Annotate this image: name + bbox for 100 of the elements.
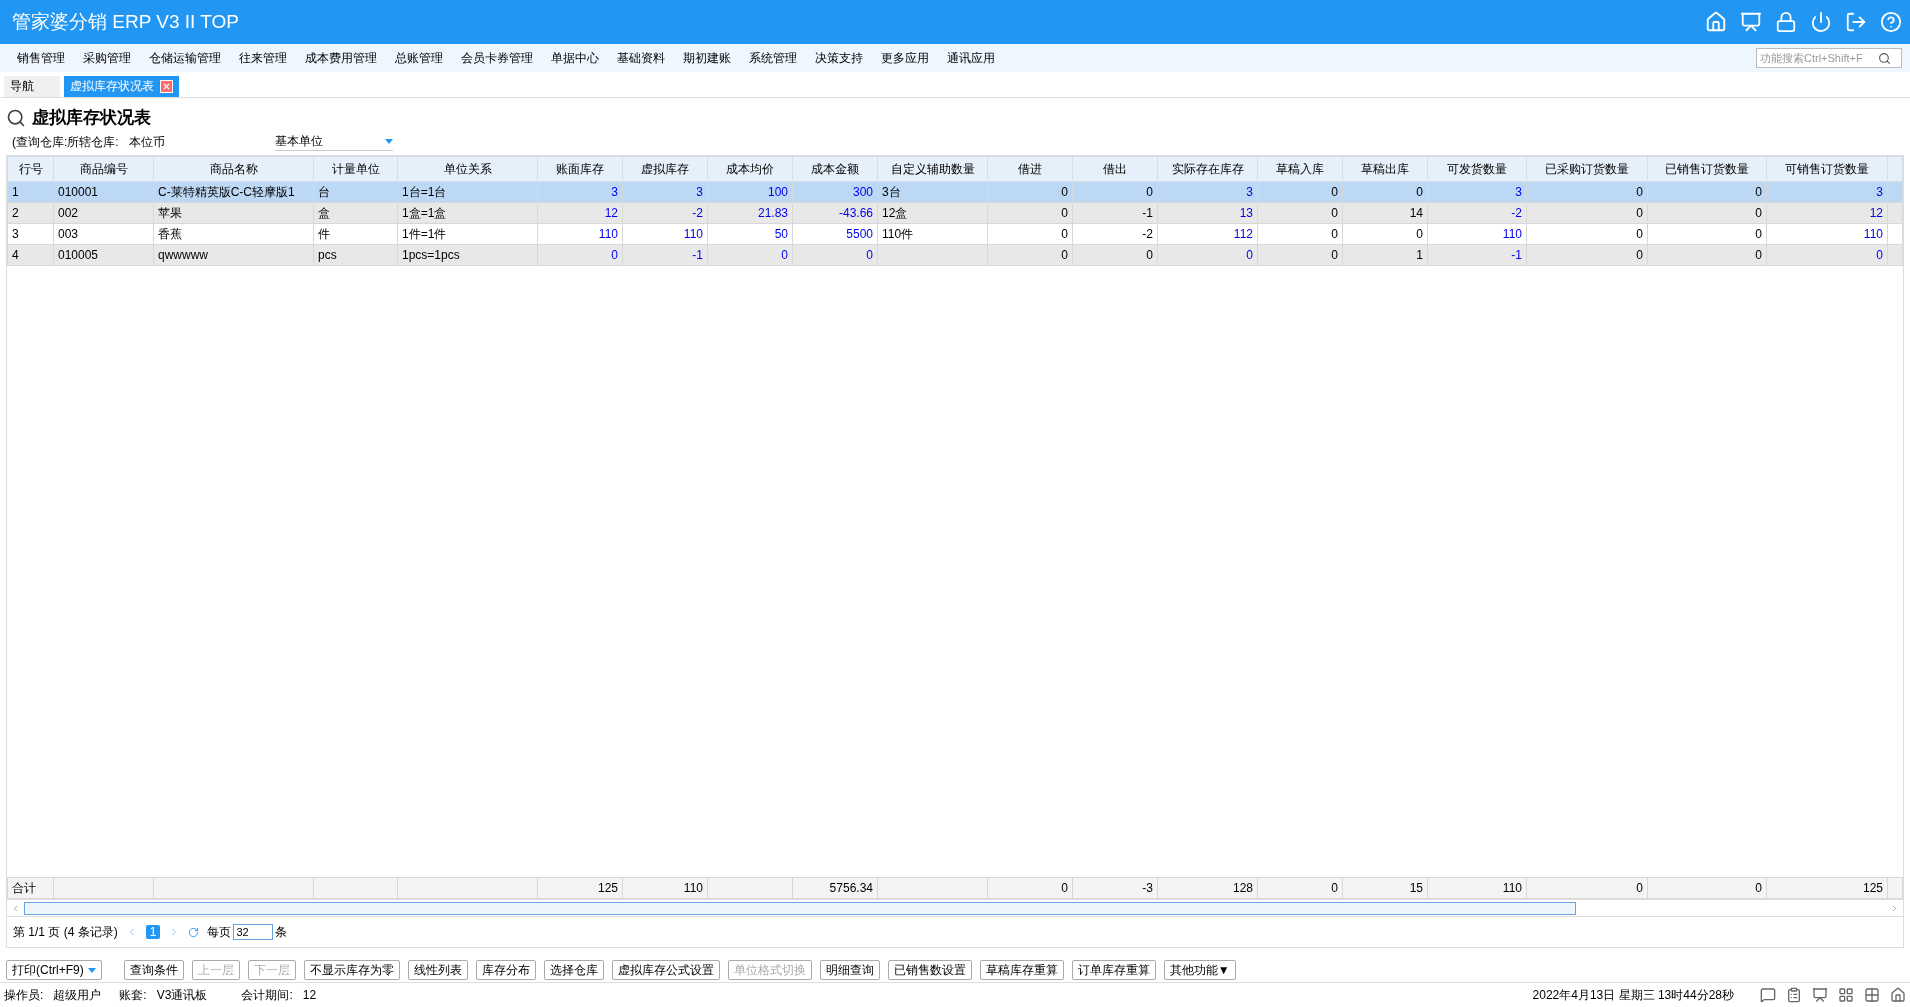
table-row[interactable]: 3 003 香蕉 件 1件=1件 110 110 50 5500 110件 0 -2 112 0 0 110 0 0 110 bbox=[7, 223, 1903, 245]
help-icon[interactable] bbox=[1880, 11, 1902, 33]
toolbar-button[interactable]: 订单库存重算 bbox=[1071, 960, 1156, 980]
table-cell: 0 bbox=[1257, 181, 1343, 203]
menu-item[interactable]: 决策支持 bbox=[806, 49, 872, 67]
column-header[interactable]: 成本均价 bbox=[707, 156, 793, 182]
column-header[interactable]: 商品编号 bbox=[53, 156, 154, 182]
operator-label: 操作员: bbox=[4, 986, 44, 1004]
logout-icon[interactable] bbox=[1845, 11, 1867, 33]
column-header[interactable]: 借出 bbox=[1072, 156, 1158, 182]
horizontal-scrollbar[interactable] bbox=[7, 899, 1903, 916]
table-cell: 0 bbox=[987, 223, 1073, 245]
table-cell: 1 bbox=[1342, 244, 1428, 266]
toolbar-button[interactable]: 库存分布 bbox=[475, 960, 536, 980]
search-field[interactable]: 功能搜索Ctrl+Shift+F bbox=[1756, 48, 1902, 68]
column-header[interactable]: 账面库存 bbox=[537, 156, 623, 182]
per-page-unit: 条 bbox=[275, 923, 288, 941]
toolbar-button[interactable]: 已销售数设置 bbox=[887, 960, 972, 980]
menu-item[interactable]: 成本费用管理 bbox=[296, 49, 386, 67]
menu-item[interactable]: 通讯应用 bbox=[938, 49, 1004, 67]
menu-item[interactable]: 采购管理 bbox=[74, 49, 140, 67]
toolbar-button[interactable]: 线性列表 bbox=[407, 960, 468, 980]
presentation-icon[interactable] bbox=[1812, 987, 1828, 1003]
message-icon[interactable] bbox=[1760, 987, 1776, 1003]
table-cell: 13 bbox=[1157, 202, 1258, 224]
table-row[interactable]: 2 002 苹果 盒 1盒=1盒 12 -2 21.83 -43.66 12盒 0 -1 13 0 14 -2 0 0 12 bbox=[7, 202, 1903, 224]
clipboard-icon[interactable] bbox=[1786, 987, 1802, 1003]
table-cell: 110件 bbox=[877, 223, 988, 245]
column-header[interactable]: 草稿出库 bbox=[1342, 156, 1428, 182]
menu-item[interactable]: 系统管理 bbox=[740, 49, 806, 67]
table-cell: 5500 bbox=[792, 223, 878, 245]
total-cell: 125 bbox=[1766, 877, 1888, 899]
toolbar-button[interactable]: 选择仓库 bbox=[543, 960, 604, 980]
toolbar-button[interactable]: 打印(Ctrl+F9) bbox=[6, 960, 102, 980]
toolbar-button[interactable]: 查询条件 bbox=[123, 960, 184, 980]
scroll-left-icon[interactable] bbox=[11, 903, 20, 913]
table-cell: 3 bbox=[7, 223, 54, 245]
column-header[interactable]: 已销售订货数量 bbox=[1647, 156, 1767, 182]
table-cell: 0 bbox=[1647, 181, 1767, 203]
grid-icon[interactable] bbox=[1864, 987, 1880, 1003]
page-info: 第 1/1 页 (4 条记录) bbox=[13, 923, 118, 941]
table-cell: 0 bbox=[707, 244, 793, 266]
menu-item[interactable]: 会员卡券管理 bbox=[452, 49, 542, 67]
tab[interactable]: 导航 bbox=[4, 76, 60, 97]
column-header[interactable]: 借进 bbox=[987, 156, 1073, 182]
toolbar-button[interactable]: 不显示库存为零 bbox=[303, 960, 400, 980]
column-header[interactable]: 实际存在库存 bbox=[1157, 156, 1258, 182]
table-cell: 0 bbox=[1647, 223, 1767, 245]
table-cell: 010001 bbox=[53, 181, 154, 203]
table-cell: 50 bbox=[707, 223, 793, 245]
table-cell: -1 bbox=[622, 244, 708, 266]
table-cell: -1 bbox=[1072, 202, 1158, 224]
table-cell: 4 bbox=[7, 244, 54, 266]
column-header[interactable]: 计量单位 bbox=[313, 156, 398, 182]
table-cell: 300 bbox=[792, 181, 878, 203]
column-header[interactable]: 虚拟库存 bbox=[622, 156, 708, 182]
column-header[interactable]: 成本金额 bbox=[792, 156, 878, 182]
scroll-right-icon[interactable] bbox=[1890, 903, 1899, 913]
menu-item[interactable]: 总账管理 bbox=[386, 49, 452, 67]
column-header[interactable]: 行号 bbox=[7, 156, 54, 182]
menu-item[interactable]: 更多应用 bbox=[872, 49, 938, 67]
table-row[interactable]: 1 010001 C-莱特精英版C-C轻摩版1 台 1台=1台 3 3 100 300 3台 0 0 3 0 0 3 0 0 3 bbox=[7, 181, 1903, 203]
column-header[interactable]: 已采购订货数量 bbox=[1526, 156, 1648, 182]
column-header[interactable]: 可发货数量 bbox=[1427, 156, 1527, 182]
menu-item[interactable]: 仓储运输管理 bbox=[140, 49, 230, 67]
table-cell: 0 bbox=[987, 181, 1073, 203]
power-icon[interactable] bbox=[1810, 11, 1832, 33]
caret-icon bbox=[384, 139, 393, 144]
per-page-field[interactable]: 32 bbox=[233, 924, 274, 940]
table-cell: 110 bbox=[537, 223, 623, 245]
table-cell: 0 bbox=[1647, 244, 1767, 266]
table-cell: 0 bbox=[1647, 202, 1767, 224]
menu-item[interactable]: 销售管理 bbox=[8, 49, 74, 67]
table-cell: 0 bbox=[1526, 223, 1648, 245]
table-cell: 3台 bbox=[877, 181, 988, 203]
refresh-icon[interactable] bbox=[188, 926, 200, 938]
lock-icon[interactable] bbox=[1775, 11, 1797, 33]
table-cell: 21.83 bbox=[707, 202, 793, 224]
menu-item[interactable]: 期初建账 bbox=[674, 49, 740, 67]
home-icon[interactable] bbox=[1890, 987, 1906, 1003]
column-header[interactable]: 自定义辅助数量 bbox=[877, 156, 988, 182]
unit-select[interactable]: 基本单位 bbox=[274, 133, 393, 151]
menu-item[interactable]: 基础资料 bbox=[608, 49, 674, 67]
menu-item[interactable]: 单据中心 bbox=[542, 49, 608, 67]
column-header[interactable]: 商品名称 bbox=[153, 156, 314, 182]
toolbar-button[interactable]: 明细查询 bbox=[819, 960, 880, 980]
menu-item[interactable]: 往来管理 bbox=[230, 49, 296, 67]
close-icon[interactable] bbox=[160, 80, 173, 93]
column-header[interactable]: 可销售订货数量 bbox=[1766, 156, 1888, 182]
search-icon[interactable] bbox=[1878, 51, 1891, 65]
table-cell: 14 bbox=[1342, 202, 1428, 224]
table-cell: -1 bbox=[1427, 244, 1527, 266]
toolbar-button[interactable]: 虚拟库存公式设置 bbox=[611, 960, 720, 980]
table-row[interactable]: 4 010005 qwwwww pcs 1pcs=1pcs 0 -1 0 0 0 0 0 0 1 -1 0 0 0 bbox=[7, 244, 1903, 266]
table-cell: 2 bbox=[7, 202, 54, 224]
column-header[interactable]: 单位关系 bbox=[397, 156, 538, 182]
column-header[interactable]: 草稿入库 bbox=[1257, 156, 1343, 182]
grid-icon[interactable] bbox=[1838, 987, 1854, 1003]
toolbar-button[interactable]: 草稿库存重算 bbox=[979, 960, 1064, 980]
toolbar-button[interactable]: 其他功能▼ bbox=[1163, 960, 1236, 980]
